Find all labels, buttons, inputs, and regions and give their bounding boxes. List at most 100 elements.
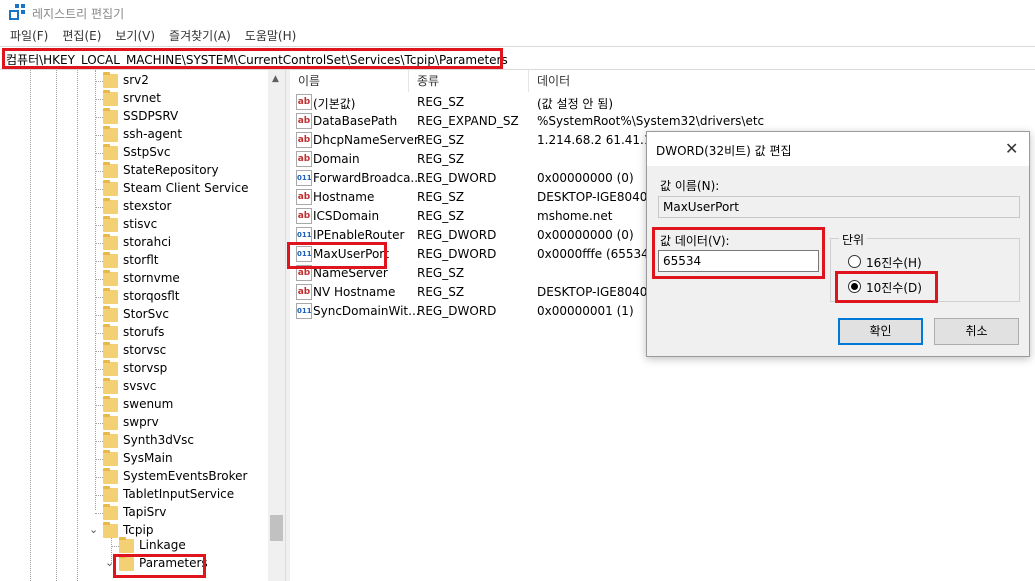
tree-item[interactable]: ssh-agent [0,126,268,144]
tree-item-label: SysMain [123,451,173,465]
tree-item[interactable]: stexstor [0,198,268,216]
tree-item-label: TabletInputService [123,487,235,501]
value-name: ForwardBroadca... [313,171,422,185]
folder-icon [103,468,118,484]
tree-item-label: storvsp [123,361,168,375]
tree-item-label: srv2 [123,73,149,87]
tree-connector [95,297,103,298]
value-data: (값 설정 안 됨) [537,97,614,111]
tree-item[interactable]: StateRepository [0,162,268,180]
value-name-label: 값 이름(N): [660,179,720,193]
tree-item[interactable]: srvnet [0,90,268,108]
folder-icon [103,324,118,340]
tree-item[interactable]: storflt [0,252,268,270]
tree-item[interactable]: SysMain [0,450,268,468]
tree-item-linkage[interactable]: Linkage [0,537,268,555]
tree-connector [95,99,103,100]
chevron-down-icon[interactable]: ⌄ [89,523,98,536]
tree-scrollbar[interactable]: ▲ [268,70,285,581]
tree-item[interactable]: Steam Client Service [0,180,268,198]
address-bar[interactable]: 컴퓨터\HKEY_LOCAL_MACHINE\SYSTEM\CurrentCon… [0,46,1035,70]
dialog-title-bar: DWORD(32비트) 값 편집 ✕ [647,132,1029,166]
value-type: REG_DWORD [417,247,497,261]
scrollbar-thumb[interactable] [270,515,283,541]
tree-item[interactable]: storqosflt [0,288,268,306]
folder-icon [103,180,118,196]
hex-radio-label[interactable]: 16진수(H) [866,254,922,271]
column-header-name[interactable]: 이름 [290,70,409,92]
column-header-data[interactable]: 데이터 [529,70,849,92]
dword-edit-dialog: DWORD(32비트) 값 편집 ✕ 값 이름(N): MaxUserPort … [646,131,1030,357]
tree-item-label: srvnet [123,91,161,105]
scroll-up-arrow-icon[interactable]: ▲ [272,74,279,84]
menu-file[interactable]: 파일(F) [10,27,48,44]
value-data: 0x0000fffe (65534) [537,247,654,261]
ok-button[interactable]: 확인 [838,318,923,345]
tree-connector [95,135,103,136]
value-type: REG_SZ [417,95,465,109]
tree-item[interactable]: storahci [0,234,268,252]
hex-radio[interactable] [848,255,861,268]
value-name: Hostname [313,190,375,204]
tree-item[interactable]: storvsp [0,360,268,378]
value-type: REG_SZ [417,285,465,299]
column-header-type[interactable]: 종류 [409,70,529,92]
menu-help[interactable]: 도움말(H) [245,27,297,44]
tree-item[interactable]: swprv [0,414,268,432]
tree-item-label: storflt [123,253,159,267]
value-type: REG_DWORD [417,304,497,318]
menu-view[interactable]: 보기(V) [115,27,155,44]
tree-connector [95,81,103,82]
menu-edit[interactable]: 편집(E) [62,27,101,44]
title-bar: 레지스트리 편집기 [0,0,1035,24]
tree-item[interactable]: SstpSvc [0,144,268,162]
tree-item[interactable]: TabletInputService [0,486,268,504]
tree-item-label: swenum [123,397,174,411]
tree-item[interactable]: storvsc [0,342,268,360]
tree-connector [95,477,103,478]
tree-item[interactable]: stisvc [0,216,268,234]
tree-item[interactable]: srv2 [0,72,268,90]
folder-icon [103,306,118,322]
folder-icon [103,72,118,88]
tree-item-label: TapiSrv [123,505,167,519]
value-type: REG_DWORD [417,171,497,185]
folder-icon [103,216,118,232]
menu-favorites[interactable]: 즐겨찾기(A) [169,27,231,44]
cancel-button[interactable]: 취소 [934,318,1019,345]
folder-icon [103,360,118,376]
tree-item[interactable]: SSDPSRV [0,108,268,126]
tree-connector [95,423,103,424]
folder-icon [103,342,118,358]
tree-item[interactable]: TapiSrv [0,504,268,522]
tree-connector [95,351,103,352]
tree-item[interactable]: stornvme [0,270,268,288]
tree-item[interactable]: svsvc [0,378,268,396]
folder-icon [103,450,118,466]
tree-item-label: StorSvc [123,307,169,321]
tree-item-label: storqosflt [123,289,180,303]
folder-icon [103,234,118,250]
value-name: ICSDomain [313,209,380,223]
tree-item[interactable]: StorSvc [0,306,268,324]
list-header: 이름 종류 데이터 [290,70,1035,92]
value-row[interactable]: ab DataBasePath REG_EXPAND_SZ %SystemRoot%\… [290,112,1035,131]
folder-icon [103,252,118,268]
close-icon[interactable]: ✕ [1005,139,1018,158]
value-row[interactable]: ab (기본값) REG_SZ (값 설정 안 됨) [290,93,1035,112]
tree-connector [95,279,103,280]
tree-item-label: ssh-agent [123,127,183,141]
tree-item[interactable]: storufs [0,324,268,342]
tree-connector [95,387,103,388]
value-name: (기본값) [313,97,356,111]
tree-item[interactable]: SystemEventsBroker [0,468,268,486]
value-name: DhcpNameServer [313,133,419,147]
tree-connector [95,369,103,370]
value-type: REG_SZ [417,152,465,166]
tree-item[interactable]: Synth3dVsc [0,432,268,450]
tree-item[interactable]: swenum [0,396,268,414]
value-data: 0x00000001 (1) [537,304,634,318]
tree-item-label: SystemEventsBroker [123,469,248,483]
tree-connector [95,495,103,496]
tree-connector [95,171,103,172]
